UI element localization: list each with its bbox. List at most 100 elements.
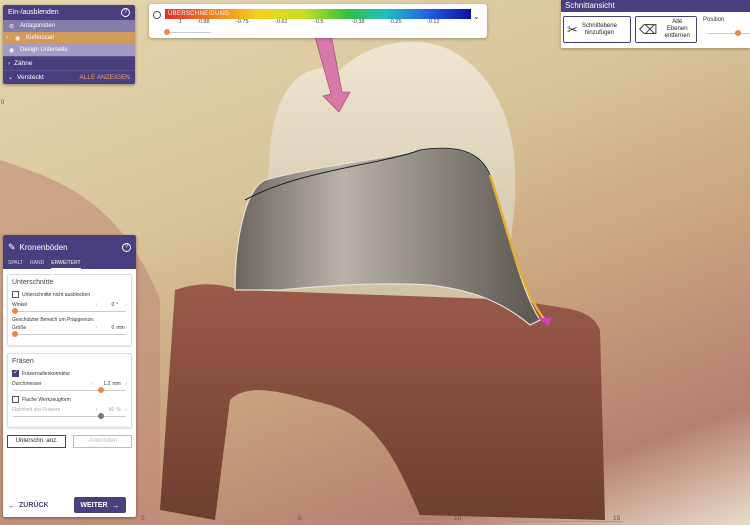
- flache-werkzeugform-checkbox-row[interactable]: Flache Werkzeugform: [12, 396, 127, 403]
- eye-icon[interactable]: ◉: [9, 47, 17, 54]
- magic-wand-icon: ✎: [8, 241, 16, 252]
- field-label: Flachheit des Fräsers: [12, 406, 61, 413]
- increment-icon[interactable]: ›: [125, 302, 127, 308]
- scale-tick: -0.5: [314, 19, 324, 25]
- slider-handle[interactable]: [12, 308, 18, 314]
- field-label: Größe: [12, 324, 27, 331]
- tab-spalt[interactable]: SPALT: [8, 259, 23, 269]
- axis-label: 0: [1, 100, 5, 106]
- visibility-item-label: Kieferscan: [26, 35, 55, 41]
- arrow-left-icon: ←: [8, 500, 16, 510]
- scale-range-slider-handle[interactable]: [164, 29, 170, 35]
- cut-view-panel: Schnittansicht ✂ Schnittebene hinzufügen …: [561, 0, 750, 48]
- tab-rand[interactable]: RAND: [30, 259, 44, 269]
- flachheit-slider: [12, 413, 127, 420]
- visibility-group-label: Versteckt: [17, 74, 44, 81]
- remove-all-planes-button[interactable]: ⌫ Alle Ebenen entfernen: [635, 16, 697, 43]
- groesse-value[interactable]: 0: [100, 325, 115, 331]
- fraeserradius-checkbox[interactable]: ✓: [12, 370, 19, 377]
- chevron-down-icon[interactable]: ⌄: [473, 12, 480, 21]
- show-undercuts-button[interactable]: Unterschn. anz.: [7, 435, 67, 448]
- winkel-slider[interactable]: [12, 308, 127, 315]
- fraesen-section: Fräsen ✓ Fräserradienkorrektur Durchmess…: [7, 353, 132, 428]
- kronenboden-title: Kronenböden: [19, 242, 68, 252]
- field-unit: %: [116, 406, 121, 413]
- decrement-icon[interactable]: ‹: [96, 325, 98, 331]
- scale-tick: -1: [177, 19, 182, 25]
- groesse-slider[interactable]: [12, 331, 127, 338]
- winkel-value[interactable]: 0: [100, 302, 115, 308]
- navigation-row: ← ZURÜCK WEITER →: [8, 497, 126, 513]
- durchmesser-field: Durchmesser ‹ 1.2 mm ›: [12, 380, 127, 387]
- checkbox-label: Flache Werkzeugform: [22, 396, 71, 403]
- increment-icon: ›: [125, 406, 127, 413]
- eye-crossed-icon[interactable]: ⊘: [9, 23, 17, 30]
- unterschnitte-checkbox[interactable]: [12, 291, 19, 298]
- chevron-right-icon[interactable]: ›: [6, 35, 14, 41]
- field-unit: °: [116, 301, 119, 308]
- tab-erweitert[interactable]: ERWEITERT: [51, 259, 81, 269]
- axis-label: 0: [141, 515, 145, 522]
- action-buttons: Unterschn. anz. Anwenden: [7, 435, 132, 448]
- scissors-icon: ✂: [567, 21, 578, 37]
- visibility-item-kieferscan[interactable]: › ◉ Kieferscan: [3, 32, 135, 44]
- arrow-right-icon: →: [111, 500, 120, 510]
- flachheit-value: 80: [108, 406, 115, 413]
- visibility-panel-header[interactable]: Ein-/ausblenden ?: [3, 5, 135, 20]
- help-icon[interactable]: ?: [122, 242, 131, 252]
- axis-label: 5: [298, 515, 302, 522]
- position-slider[interactable]: [706, 33, 750, 34]
- decrement-icon[interactable]: ‹: [92, 381, 94, 387]
- scale-tick: -0.88: [197, 19, 210, 25]
- increment-icon[interactable]: ›: [125, 381, 127, 387]
- kronenboden-header: ✎ Kronenböden ?: [3, 235, 136, 259]
- cut-view-title: Schnittansicht: [561, 0, 750, 12]
- next-button-label: WEITER: [80, 501, 108, 509]
- help-icon[interactable]: ?: [121, 8, 130, 17]
- checkbox-label: Fräserradienkorrektur: [22, 370, 71, 377]
- slider-handle[interactable]: [98, 387, 104, 393]
- durchmesser-slider[interactable]: [12, 387, 127, 394]
- scale-axis-line: [143, 521, 623, 522]
- apply-button: Anwenden: [73, 435, 132, 448]
- durchmesser-value[interactable]: 1.2: [96, 381, 110, 387]
- visibility-group-zaehne[interactable]: › Zähne: [3, 56, 135, 70]
- back-button-label: ZURÜCK: [19, 501, 49, 509]
- chevron-down-icon: ⌄: [8, 75, 14, 81]
- slider-handle: [98, 413, 104, 419]
- scale-tick: -0.38: [352, 19, 365, 25]
- overlap-color-scale: ÜBERSCHNEIDUNG -1 -0.88 -0.75 -0.62 -0.5…: [149, 4, 487, 38]
- visibility-group-versteckt[interactable]: ⌄ Versteckt ALLE ANZEIGEN: [3, 70, 135, 84]
- fraeserradius-checkbox-row[interactable]: ✓ Fräserradienkorrektur: [12, 370, 127, 377]
- decrement-icon[interactable]: ‹: [96, 302, 98, 308]
- section-title: Fräsen: [12, 358, 34, 365]
- show-all-link[interactable]: ALLE ANZEIGEN: [79, 74, 130, 81]
- flache-werkzeugform-checkbox[interactable]: [12, 396, 19, 403]
- position-slider-handle[interactable]: [735, 30, 741, 36]
- checkbox-label: Unterschnitte nicht ausblocken: [22, 291, 91, 298]
- gauge-icon: [153, 11, 161, 19]
- back-button[interactable]: ← ZURÜCK: [8, 501, 49, 510]
- visibility-item-antagonisten[interactable]: ⊘ Antagonisten: [3, 20, 135, 32]
- field-label: Durchmesser: [12, 380, 42, 387]
- scale-range-slider-track[interactable]: [165, 32, 211, 33]
- visibility-item-label: Design Unterseite: [20, 47, 68, 53]
- eye-icon[interactable]: ◉: [15, 35, 23, 42]
- position-label: Position: [703, 17, 725, 23]
- field-unit: mm: [116, 324, 125, 331]
- add-cut-plane-button[interactable]: ✂ Schnittebene hinzufügen: [563, 16, 631, 43]
- scale-tick: -0.75: [236, 19, 249, 25]
- add-cut-plane-label: Schnittebene hinzufügen: [581, 22, 617, 36]
- chevron-right-icon: ›: [8, 60, 10, 67]
- visibility-item-design-unterseite[interactable]: ◉ Design Unterseite: [3, 44, 135, 56]
- unterschnitte-checkbox-row[interactable]: Unterschnitte nicht ausblocken: [12, 291, 127, 298]
- increment-icon[interactable]: ›: [125, 325, 127, 331]
- scale-tick: -0.12: [427, 19, 440, 25]
- unterschnitte-section: Unterschnitte Unterschnitte nicht ausblo…: [7, 274, 132, 346]
- visibility-item-label: Antagonisten: [20, 23, 56, 29]
- decrement-icon: ‹: [95, 406, 98, 413]
- axis-label: 10: [454, 515, 462, 522]
- slider-handle[interactable]: [12, 331, 18, 337]
- next-button[interactable]: WEITER →: [74, 497, 126, 513]
- winkel-field: Winkel ‹ 0 ° ›: [12, 301, 127, 308]
